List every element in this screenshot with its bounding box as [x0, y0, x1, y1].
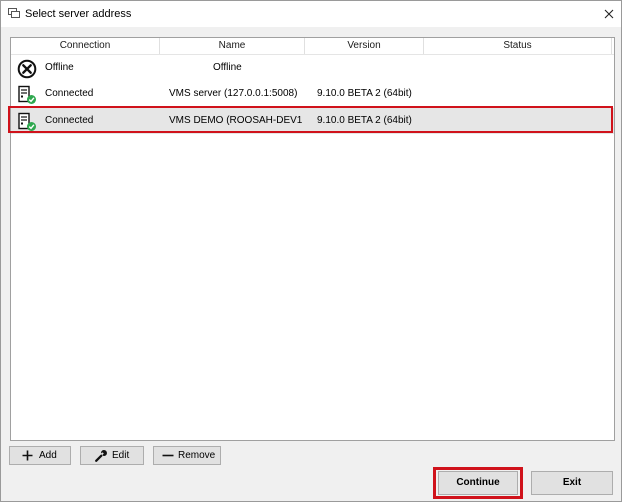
minus-icon — [162, 454, 174, 457]
server-connected-icon — [18, 112, 36, 131]
exit-button[interactable]: Exit — [531, 471, 613, 495]
title-bar: Select server address — [1, 1, 621, 27]
app-icon — [8, 8, 20, 18]
column-header-status[interactable]: Status — [424, 38, 612, 54]
column-header-name[interactable]: Name — [160, 38, 305, 54]
column-header-connection[interactable]: Connection — [11, 38, 160, 54]
plus-icon — [22, 450, 33, 461]
continue-button[interactable]: Continue — [438, 471, 518, 495]
cell-connection: Connected — [45, 115, 94, 126]
add-button-label: Add — [39, 450, 57, 461]
close-icon — [604, 9, 614, 19]
select-server-dialog: Select server address Connection Name Ve… — [0, 0, 622, 502]
cell-version: 9.10.0 BETA 2 (64bit) — [317, 115, 412, 126]
remove-button-label: Remove — [178, 450, 216, 461]
offline-x-icon — [17, 59, 37, 79]
cell-connection: Connected — [45, 88, 94, 99]
table-row-selected[interactable]: Connected VMS DEMO (ROOSAH-DEV1 9.10.0 B… — [8, 106, 614, 134]
server-list[interactable]: Connection Name Version Status Offline O… — [8, 37, 615, 441]
edit-button[interactable]: Edit — [80, 446, 144, 465]
close-button[interactable] — [599, 5, 619, 23]
edit-button-label: Edit — [112, 450, 130, 461]
remove-button[interactable]: Remove — [153, 446, 221, 465]
cell-name: VMS DEMO (ROOSAH-DEV1 — [169, 115, 303, 126]
cell-connection: Offline — [45, 62, 74, 73]
table-row[interactable]: Connected VMS server (127.0.0.1:5008) 9.… — [11, 81, 614, 107]
add-button[interactable]: Add — [9, 446, 71, 465]
column-header-version[interactable]: Version — [305, 38, 424, 54]
cell-version: 9.10.0 BETA 2 (64bit) — [317, 88, 412, 99]
cell-name: Offline — [213, 62, 242, 73]
server-connected-icon — [18, 85, 36, 104]
wrench-icon — [95, 450, 107, 462]
table-row[interactable]: Offline Offline — [11, 55, 614, 81]
list-header: Connection Name Version Status — [11, 38, 614, 55]
cell-name: VMS server (127.0.0.1:5008) — [169, 88, 298, 99]
window-title: Select server address — [25, 8, 132, 20]
